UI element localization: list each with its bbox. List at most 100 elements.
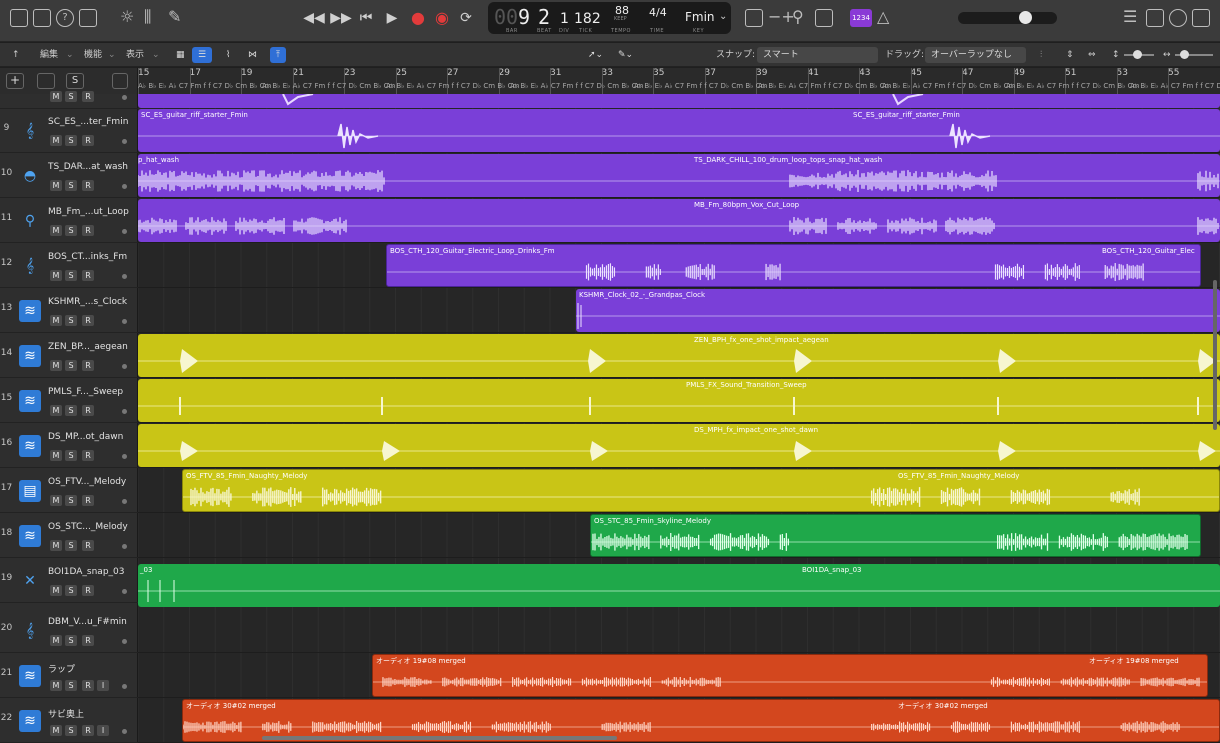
go-to-start-icon[interactable]: ⏮ — [355, 8, 377, 28]
library-icon[interactable] — [10, 9, 28, 27]
record-enable-button[interactable]: R — [82, 540, 94, 551]
solo-button[interactable]: S — [65, 315, 77, 326]
track-name[interactable]: DBM_V...u_F#min — [48, 617, 127, 627]
automation-dot[interactable] — [122, 684, 127, 689]
track-name[interactable]: ZEN_BP..._aegean — [48, 342, 128, 352]
play-button[interactable]: ▶ — [381, 8, 403, 28]
track-name[interactable]: SC_ES_...ter_Fmin — [48, 117, 128, 127]
solo-button[interactable]: S — [65, 135, 77, 146]
fast-forward-icon[interactable]: ▶▶ — [330, 8, 352, 28]
solo-button[interactable]: S — [65, 680, 77, 691]
chevron-down-icon[interactable]: ⌄ — [719, 11, 727, 22]
arrange-area[interactable]: SC_ES_guitar_riff_starter_Fmin SC_ES_gui… — [138, 94, 1220, 743]
solo-button[interactable]: S — [65, 585, 77, 596]
record-enable-button[interactable]: R — [82, 495, 94, 506]
region-kshmr-clock[interactable]: KSHMR_Clock_02_-_Grandpas_Clock — [576, 289, 1220, 332]
region-pmls-sweep[interactable]: PMLS_FX_Sound_Transition_Sweep — [138, 379, 1220, 422]
mute-button[interactable]: M — [50, 91, 62, 102]
mute-button[interactable]: M — [50, 225, 62, 236]
automation-dot[interactable] — [122, 274, 127, 279]
track-header[interactable]: 19 ✕ BOI1DA_snap_03 M S R — [0, 558, 138, 603]
automation-dot[interactable] — [122, 499, 127, 504]
notepad-icon[interactable] — [1146, 9, 1164, 27]
editors-icon[interactable]: ✎ — [168, 7, 181, 27]
lcd-key[interactable]: Fmin — [685, 10, 715, 24]
region-mb-vox-cut[interactable]: MB_Fm_80bpm_Vox_Cut_Loop — [138, 199, 1220, 242]
track-header[interactable]: 20 𝄞 DBM_V...u_F#min M S R — [0, 608, 138, 653]
track-name[interactable]: DS_MP...ot_dawn — [48, 432, 123, 442]
track-header[interactable]: 11 ⚲ MB_Fm_...ut_Loop M S R — [0, 198, 138, 243]
track-name[interactable]: BOI1DA_snap_03 — [48, 567, 124, 577]
grid-view-icon[interactable]: ▦ — [170, 47, 191, 63]
vertical-zoom-knob[interactable] — [1133, 50, 1142, 59]
mute-button[interactable]: M — [50, 635, 62, 646]
automation-dot[interactable] — [122, 184, 127, 189]
vertical-scrollbar[interactable] — [1213, 280, 1217, 430]
track-name[interactable]: OS_STC..._Melody — [48, 522, 128, 532]
help-icon[interactable]: ? — [56, 9, 74, 27]
list-editors-icon[interactable]: ☰ — [1123, 7, 1137, 27]
snap-select[interactable]: スマート — [757, 47, 878, 63]
rewind-icon[interactable]: ◀◀ — [303, 8, 325, 28]
record-button[interactable]: ● — [407, 8, 429, 28]
solo-button[interactable]: S — [65, 495, 77, 506]
record-enable-button[interactable]: R — [82, 91, 94, 102]
toolbar-icon[interactable] — [79, 9, 97, 27]
automation-dot[interactable] — [122, 589, 127, 594]
pointer-tool-icon[interactable]: ➚⌄ — [582, 47, 609, 63]
region-os-stc-melody[interactable]: OS_STC_85_Fmin_Skyline_Melody — [590, 514, 1201, 557]
edit-menu[interactable]: 編集 — [40, 47, 58, 63]
record-enable-button[interactable]: R — [82, 635, 94, 646]
list-view-icon[interactable]: ☰ — [192, 47, 213, 63]
solo-button[interactable]: S — [65, 360, 77, 371]
track-header[interactable]: 13 ≋ KSHMR_...s_Clock M S R — [0, 288, 138, 333]
track-header[interactable]: 22 ≋ サビ奥上 M S R I — [0, 698, 138, 743]
automation-dot[interactable] — [122, 409, 127, 414]
track-header[interactable]: 12 𝄞 BOS_CT...inks_Fm M S R — [0, 243, 138, 288]
mixer-icon[interactable]: ⫼ — [144, 7, 151, 27]
horizontal-scrollbar[interactable] — [262, 736, 617, 740]
record-enable-button[interactable]: R — [82, 450, 94, 461]
master-volume-knob[interactable] — [1019, 11, 1032, 24]
track-header[interactable]: 15 ≋ PMLS_F..._Sweep M S R — [0, 378, 138, 423]
vertical-zoom-slider[interactable] — [1124, 50, 1154, 59]
track-name[interactable]: MB_Fm_...ut_Loop — [48, 207, 129, 217]
record-enable-button[interactable]: R — [82, 360, 94, 371]
automation-dot[interactable] — [122, 729, 127, 734]
solo-button[interactable]: S — [65, 635, 77, 646]
mute-button[interactable]: M — [50, 585, 62, 596]
horizontal-fit-icon[interactable]: ⇔ — [1088, 47, 1096, 63]
track-name[interactable]: BOS_CT...inks_Fm — [48, 252, 127, 262]
vertical-fit-icon[interactable]: ⇕ — [1066, 47, 1074, 63]
bar-ruler[interactable]: 15 17 19 21 23 25 27 29 31 33 35 37 39 41 43 45 47 49 51 53… — [138, 68, 1220, 94]
record-enable-button[interactable]: R — [82, 680, 94, 691]
track-header[interactable]: 16 ≋ DS_MP...ot_dawn M S R — [0, 423, 138, 468]
region-ts-dark-chill[interactable]: p_hat_wash TS_DARK_CHILL_100_drum_loop_t… — [138, 154, 1220, 197]
track-header[interactable]: 21 ≋ ラップ M S R I — [0, 653, 138, 698]
solo-button[interactable]: S — [65, 270, 77, 281]
catch-icon[interactable]: ⤒ — [270, 47, 286, 63]
mute-button[interactable]: M — [50, 360, 62, 371]
automation-dot[interactable] — [122, 364, 127, 369]
master-volume-slider[interactable] — [958, 11, 1057, 24]
track-name[interactable]: OS_FTV..._Melody — [48, 477, 126, 487]
mute-button[interactable]: M — [50, 405, 62, 416]
solo-button[interactable]: S — [65, 450, 77, 461]
mute-button[interactable]: M — [50, 270, 62, 281]
region-os-ftv-melody[interactable]: OS_FTV_85_Fmin_Naughty_Melody OS_FTV_85_… — [182, 469, 1220, 512]
horizontal-zoom-knob[interactable] — [1180, 50, 1189, 59]
automation-dot[interactable] — [122, 229, 127, 234]
metronome-icon[interactable]: △ — [877, 7, 889, 27]
replace-record-button[interactable]: ◉ — [431, 8, 453, 28]
lcd-time-signature[interactable]: 4/4 — [649, 6, 667, 19]
track-name[interactable]: サビ奥上 — [48, 707, 84, 720]
track-name[interactable]: ラップ — [48, 662, 75, 675]
record-enable-button[interactable]: R — [82, 270, 94, 281]
region-bos-cth-guitar[interactable]: BOS_CTH_120_Guitar_Electric_Loop_Drinks_… — [386, 244, 1201, 287]
mute-button[interactable]: M — [50, 540, 62, 551]
mute-button[interactable]: M — [50, 495, 62, 506]
record-enable-button[interactable]: R — [82, 405, 94, 416]
automation-dot[interactable] — [122, 454, 127, 459]
region-audio-19-08[interactable]: オーディオ 19#08 merged オーディオ 19#08 merged — [372, 654, 1208, 697]
track-name[interactable]: KSHMR_...s_Clock — [48, 297, 127, 307]
